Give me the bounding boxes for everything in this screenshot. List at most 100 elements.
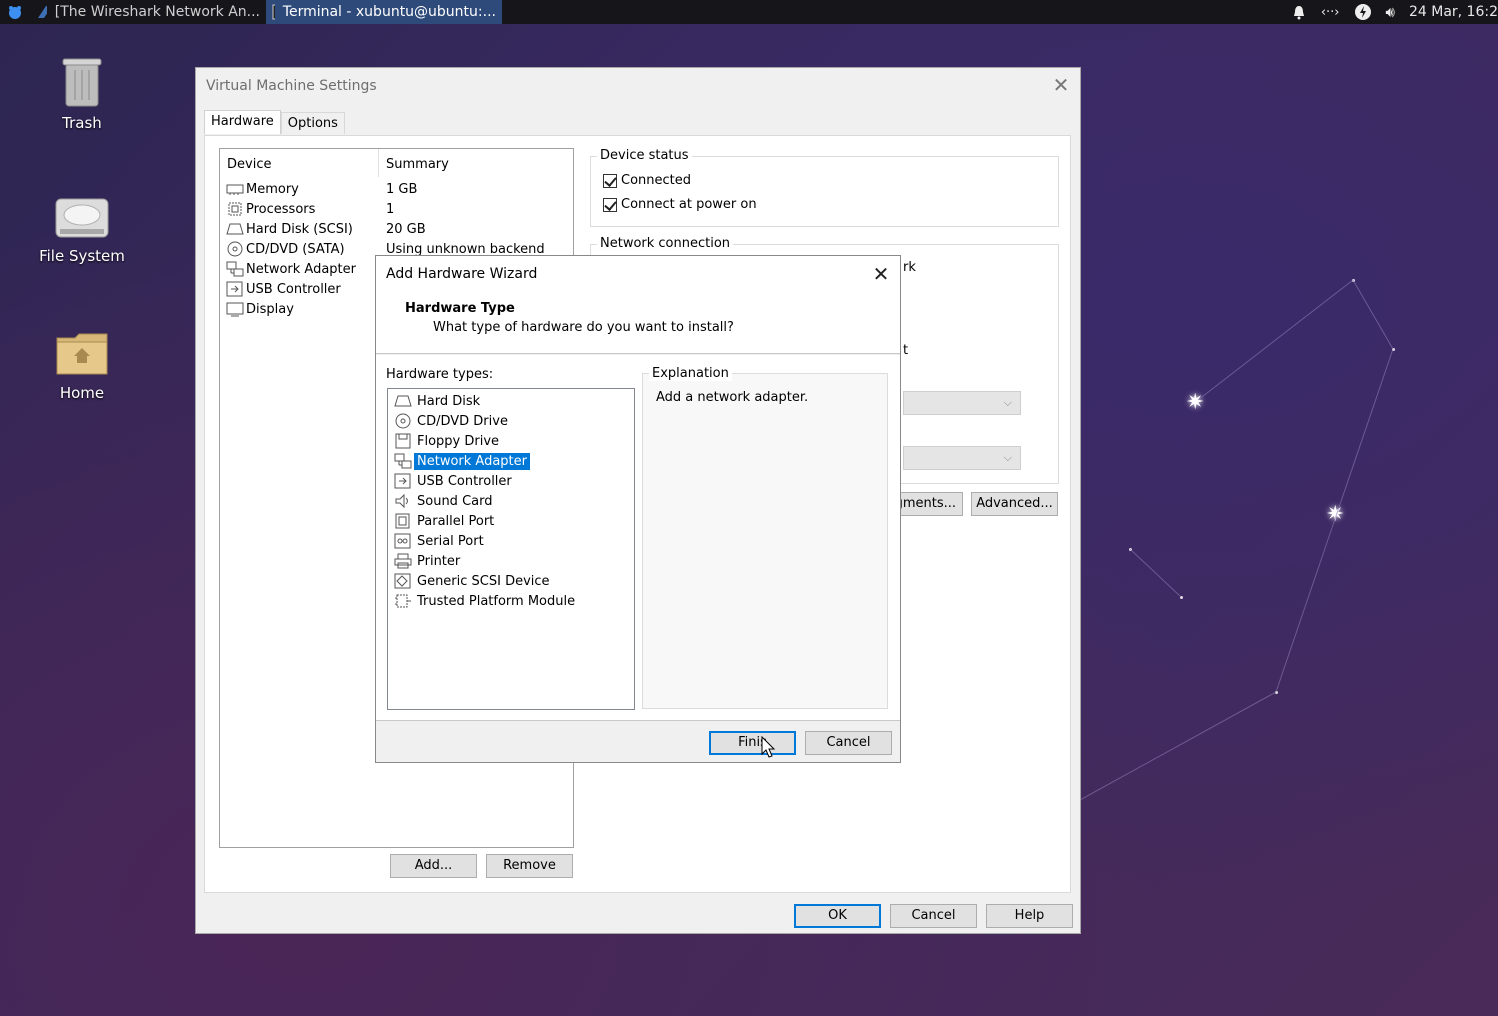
hardware-type-label: Hard Disk	[417, 393, 481, 409]
hardware-type-label: CD/DVD Drive	[417, 413, 508, 429]
window-title: Virtual Machine Settings	[206, 78, 377, 94]
device-column-header[interactable]: Device	[227, 157, 271, 172]
desktop-icon-file-system[interactable]: File System	[27, 193, 137, 265]
notification-bell-icon[interactable]	[1291, 4, 1307, 20]
device-summary: 20 GB	[386, 221, 426, 237]
hardware-types-list[interactable]: Hard Disk CD/DVD Drive Floppy Drive Netw…	[387, 388, 635, 710]
taskbar-item-wireshark[interactable]: [The Wireshark Network An...	[30, 0, 266, 24]
constellation-lines	[1080, 279, 1394, 801]
memory-icon	[226, 184, 244, 195]
wizard-header: Add Hardware Wizard ✕ Hardware Type What…	[376, 256, 900, 354]
tpm-icon	[395, 594, 411, 608]
desktop-icon-label: Trash	[62, 114, 102, 132]
group-title: Network connection	[597, 236, 734, 251]
volume-icon[interactable]: 🔊︎	[1386, 3, 1395, 21]
hardware-type-sound-card[interactable]: Sound Card	[394, 491, 495, 511]
partial-radio-label[interactable]: t	[903, 343, 908, 358]
network-icon[interactable]: ‹··›	[1321, 5, 1340, 20]
device-summary: 1 GB	[386, 181, 418, 197]
network-dropdown[interactable]: ⌵	[903, 391, 1021, 415]
hardware-type-usb-controller[interactable]: USB Controller	[394, 471, 515, 491]
taskbar-item-label: [The Wireshark Network An...	[54, 4, 260, 20]
hardware-type-printer[interactable]: Printer	[394, 551, 463, 571]
device-name: Memory	[246, 181, 299, 197]
close-icon[interactable]: ✕	[870, 262, 892, 286]
summary-column-header[interactable]: Summary	[386, 157, 449, 172]
mouse-cursor-icon	[761, 736, 776, 758]
parallel-port-icon	[395, 513, 410, 529]
wizard-body: Hardware types: Hard Disk CD/DVD Drive F…	[376, 355, 900, 721]
wizard-heading: Hardware Type	[405, 301, 515, 316]
checkbox-label: Connect at power on	[621, 197, 757, 212]
device-row-processors[interactable]: Processors 1	[226, 199, 566, 219]
connect-at-power-on-checkbox[interactable]: Connect at power on	[603, 197, 757, 212]
hardware-type-label: Sound Card	[417, 493, 493, 509]
device-name: Hard Disk (SCSI)	[246, 221, 353, 237]
hardware-type-label: Network Adapter	[414, 452, 530, 470]
device-name: USB Controller	[246, 281, 341, 297]
usb-icon	[226, 281, 243, 297]
desktop-icon-home[interactable]: Home	[27, 330, 137, 402]
hardware-type-cd-dvd[interactable]: CD/DVD Drive	[394, 411, 511, 431]
hardware-type-label: Generic SCSI Device	[417, 573, 550, 589]
hardware-type-label: Printer	[417, 553, 461, 569]
close-icon[interactable]: ✕	[1050, 74, 1072, 96]
scsi-icon	[394, 573, 411, 589]
device-name: Processors	[246, 201, 316, 217]
explanation-text: Add a network adapter.	[656, 390, 809, 405]
cd-dvd-icon	[395, 413, 411, 429]
device-row-hard-disk[interactable]: Hard Disk (SCSI) 20 GB	[226, 219, 566, 239]
wireshark-icon	[38, 6, 47, 18]
advanced-button[interactable]: Advanced...	[971, 492, 1058, 516]
home-folder-icon	[27, 330, 137, 378]
chevron-down-icon: ⌵	[1003, 396, 1012, 409]
remove-button[interactable]: Remove	[486, 854, 573, 878]
hard-disk-icon	[226, 223, 244, 235]
cancel-button[interactable]: Cancel	[805, 731, 892, 755]
cancel-button[interactable]: Cancel	[890, 904, 977, 928]
hardware-type-network-adapter[interactable]: Network Adapter	[394, 451, 530, 471]
device-name: CD/DVD (SATA)	[246, 241, 345, 257]
finish-button[interactable]: Finis	[709, 731, 796, 755]
device-row-memory[interactable]: Memory 1 GB	[226, 179, 566, 199]
add-button[interactable]: Add...	[390, 854, 477, 878]
hardware-type-label: Parallel Port	[417, 513, 495, 529]
network-dropdown[interactable]: ⌵	[903, 446, 1021, 470]
hardware-type-label: USB Controller	[417, 473, 512, 489]
display-icon	[226, 302, 244, 317]
tab-hardware[interactable]: Hardware	[204, 110, 281, 134]
hardware-type-hard-disk[interactable]: Hard Disk	[394, 391, 483, 411]
connected-checkbox[interactable]: Connected	[603, 173, 691, 188]
cd-dvd-icon	[227, 241, 243, 257]
power-icon[interactable]	[1354, 3, 1372, 21]
hardware-type-floppy[interactable]: Floppy Drive	[394, 431, 502, 451]
taskbar-item-terminal[interactable]: Terminal - xubuntu@ubuntu:...	[266, 0, 502, 24]
processor-icon	[228, 202, 242, 216]
tab-options[interactable]: Options	[280, 112, 345, 134]
hardware-type-serial-port[interactable]: Serial Port	[394, 531, 487, 551]
trash-icon	[27, 54, 137, 108]
checkbox-box[interactable]	[603, 197, 617, 212]
hardware-type-parallel-port[interactable]: Parallel Port	[394, 511, 497, 531]
desktop-icon-trash[interactable]: Trash	[27, 54, 137, 132]
drive-icon	[27, 193, 137, 241]
checkbox-box[interactable]	[603, 173, 617, 188]
hardware-types-label: Hardware types:	[386, 367, 494, 382]
hardware-type-label: Trusted Platform Module	[417, 593, 576, 609]
hardware-type-generic-scsi[interactable]: Generic SCSI Device	[394, 571, 553, 591]
app-menu-button[interactable]	[0, 0, 30, 24]
group-title: Device status	[597, 148, 692, 163]
clock[interactable]: 24 Mar, 16:2	[1409, 4, 1498, 20]
column-divider	[378, 149, 379, 177]
partial-radio-label[interactable]: rk	[903, 260, 916, 275]
device-status-group: Device status Connected Connect at power…	[590, 148, 1059, 227]
speaker-icon	[395, 493, 408, 509]
explanation-group: Explanation Add a network adapter.	[642, 366, 888, 709]
device-name: Display	[246, 301, 294, 317]
hardware-type-tpm[interactable]: Trusted Platform Module	[394, 591, 578, 611]
checkbox-label: Connected	[621, 173, 692, 188]
printer-icon	[394, 553, 412, 569]
ok-button[interactable]: OK	[794, 904, 881, 928]
add-hardware-wizard: Add Hardware Wizard ✕ Hardware Type What…	[375, 255, 901, 763]
help-button[interactable]: Help	[986, 904, 1073, 928]
